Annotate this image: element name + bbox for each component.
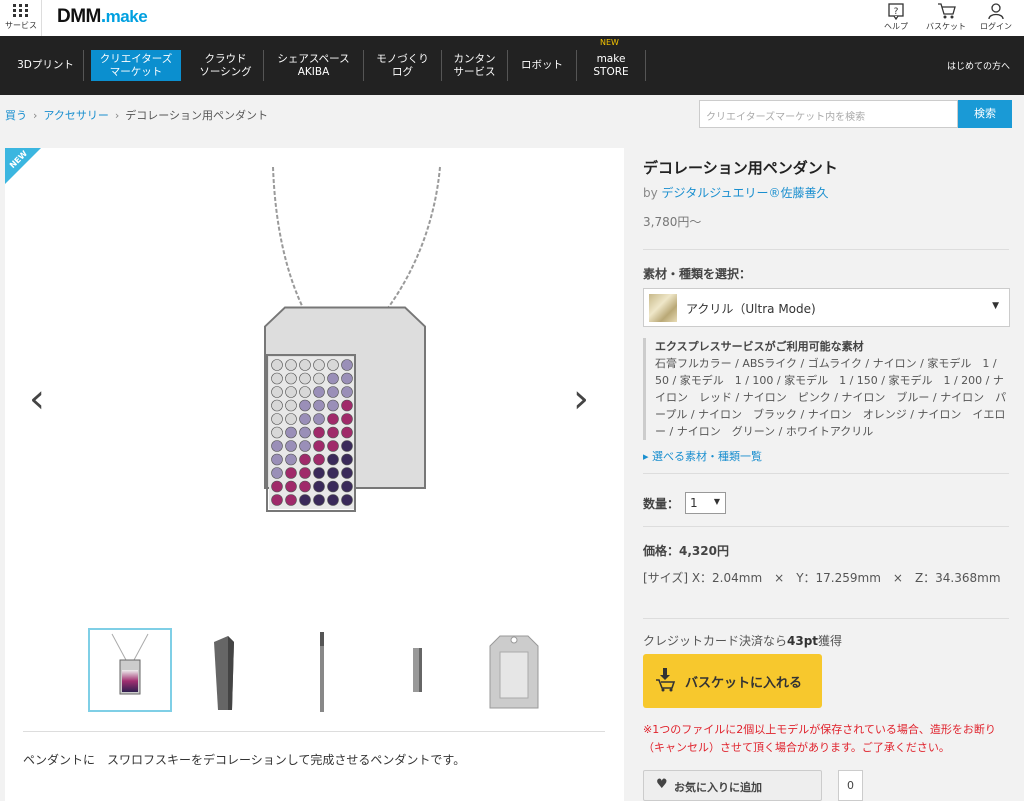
size-dimensions: [サイズ] X：2.04mm × Y：17.259mm × Z：34.368mm [643, 571, 1001, 585]
nav-item-crowdsourcing[interactable]: クラウド ソーシング [188, 50, 264, 81]
price: 価格：4,320円 [643, 544, 729, 558]
nav-item-share-space[interactable]: シェアスペース AKIBA [264, 50, 364, 81]
favorite-count: 0 [838, 770, 863, 801]
material-swatch [649, 294, 677, 322]
creator-line: by デジタルジュエリー®佐藤善久 [643, 186, 829, 200]
previous-image-button[interactable]: ‹ [29, 376, 45, 422]
divider [643, 618, 1009, 619]
search-button[interactable]: 検索 [958, 100, 1012, 128]
breadcrumb: 買う › アクセサリー › デコレーション用ペンダント [5, 107, 268, 123]
help-icon: ? [888, 3, 904, 20]
breadcrumb-item-accessory[interactable]: アクセサリー [43, 109, 108, 122]
chevron-right-icon: › [114, 109, 120, 122]
caret-down-icon: ▼ [713, 497, 720, 506]
grid-icon [13, 4, 29, 18]
express-list: 石膏フルカラー / ABSライク / ゴムライク / ナイロン / 家モデル 1… [655, 357, 1007, 438]
thumbnail-5[interactable] [472, 628, 556, 712]
material-select[interactable]: アクリル（Ultra Mode) ▼ [643, 288, 1010, 327]
help-label: ヘルプ [884, 22, 908, 31]
divider [643, 249, 1009, 250]
dmm-make-logo[interactable]: DMM.make [57, 6, 148, 28]
cart-icon [938, 3, 956, 19]
thumbnail-2[interactable] [184, 628, 268, 712]
service-menu-button[interactable]: サービス [0, 0, 42, 36]
chevron-right-icon: ▸ [643, 450, 653, 463]
nav-item-robot[interactable]: ロボット [508, 50, 577, 81]
service-label: サービス [5, 21, 37, 30]
product-title: デコレーション用ペンダント [643, 159, 838, 177]
creator-link[interactable]: デジタルジュエリー®佐藤善久 [662, 186, 829, 200]
credit-points-info: クレジットカード決済なら43pt獲得 [643, 634, 843, 648]
nav-item-monozukuri-log[interactable]: モノづくり ログ [364, 50, 442, 81]
material-selected-value: アクリル（Ultra Mode) [686, 302, 816, 316]
divider [643, 526, 1009, 527]
divider [643, 473, 1009, 474]
basket-button[interactable]: バスケット [923, 0, 969, 36]
nav-item-make-store[interactable]: make STORE [577, 50, 646, 81]
thumbnail-1[interactable] [88, 628, 172, 712]
material-list-link[interactable]: ▸ 選べる素材・種類一覧 [643, 448, 762, 464]
product-gallery: NEW ‹ › ペンダントに スワロフスキーをデコレーションして完成させるペンダ… [5, 148, 624, 801]
global-nav: 3Dプリント クリエイターズ マーケット クラウド ソーシング シェアスペース … [0, 36, 1024, 95]
favorite-button[interactable]: ♥ お気に入りに追加 [643, 770, 822, 801]
svg-text:?: ? [894, 7, 899, 17]
nav-item-kantan-service[interactable]: カンタン サービス [442, 50, 508, 81]
login-label: ログイン [980, 22, 1012, 31]
product-description: ペンダントに スワロフスキーをデコレーションして完成させるペンダントです。 [23, 753, 466, 767]
add-to-basket-label: バスケットに入れる [685, 676, 803, 691]
basket-label: バスケット [926, 22, 966, 31]
material-label: 素材・種類を選択： [643, 267, 752, 281]
next-image-button[interactable]: › [573, 376, 589, 422]
divider [23, 731, 605, 732]
caret-down-icon: ▼ [992, 301, 999, 311]
quantity-label: 数量： [643, 497, 680, 511]
new-badge: NEW [600, 38, 619, 47]
warning-text: ※1つのファイルに2個以上モデルが保存されている場合、造形をお断り（キャンセル）… [643, 723, 996, 754]
express-title: エクスプレスサービスがご利用可能な素材 [655, 340, 864, 353]
product-main-image [264, 166, 441, 512]
login-button[interactable]: ログイン [973, 0, 1019, 36]
top-header: サービス DMM.make ? ヘルプ バスケット ログイン [0, 0, 1024, 36]
search-input[interactable]: クリエイターズマーケット内を検索 [699, 100, 958, 128]
user-icon [988, 3, 1004, 20]
express-materials: エクスプレスサービスがご利用可能な素材 石膏フルカラー / ABSライク / ゴ… [643, 338, 1011, 440]
nav-item-creators-market[interactable]: クリエイターズ マーケット [91, 50, 181, 81]
add-to-cart-icon [656, 668, 676, 692]
heart-icon: ♥ [656, 777, 668, 792]
breadcrumb-current: デコレーション用ペンダント [125, 109, 269, 122]
nav-item-3d-print[interactable]: 3Dプリント [8, 50, 84, 81]
chevron-right-icon: › [33, 109, 38, 122]
quantity-select[interactable]: 1 ▼ [685, 492, 726, 514]
add-to-basket-button[interactable]: バスケットに入れる [643, 654, 822, 708]
favorite-label: お気に入りに追加 [674, 781, 762, 794]
thumbnail-4[interactable] [376, 628, 460, 712]
help-button[interactable]: ? ヘルプ [873, 0, 919, 36]
breadcrumb-item-buy[interactable]: 買う [5, 109, 27, 122]
thumbnail-3[interactable] [280, 628, 364, 712]
first-time-link[interactable]: はじめての方へ [947, 59, 1010, 72]
price-from: 3,780円～ [643, 215, 702, 229]
